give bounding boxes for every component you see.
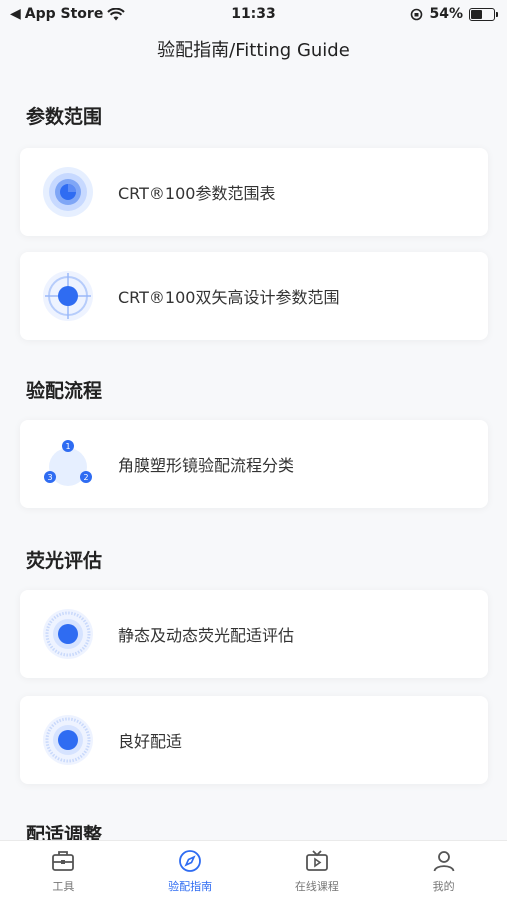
- wifi-icon: [107, 7, 126, 20]
- tab-label: 在线课程: [294, 880, 339, 893]
- back-to-app[interactable]: ◀ App Store: [0, 6, 126, 22]
- card-param-table[interactable]: CRT®100参数范围表: [20, 148, 488, 236]
- section-title-process: 验配流程: [26, 380, 103, 402]
- target-icon: [43, 167, 93, 217]
- tab-label: 我的: [432, 880, 455, 893]
- user-icon: [433, 851, 455, 872]
- crosshair-icon: [43, 271, 93, 321]
- card-label: CRT®100双矢高设计参数范围: [118, 288, 340, 307]
- tab-profile[interactable]: 我的: [380, 841, 507, 901]
- flow-steps-icon: 1 2 3: [44, 440, 92, 486]
- compass-icon: [179, 850, 202, 872]
- card-fitting-process[interactable]: 1 2 3 角膜塑形镜验配流程分类: [20, 420, 488, 508]
- step-1-label: 1: [65, 442, 70, 451]
- card-label: 角膜塑形镜验配流程分类: [118, 456, 295, 475]
- card-label: 良好配适: [118, 732, 183, 751]
- card-label: 静态及动态荧光配适评估: [118, 626, 295, 645]
- page-title: 验配指南/Fitting Guide: [157, 40, 350, 61]
- back-app-label: App Store: [24, 6, 104, 22]
- tab-label: 工具: [52, 880, 75, 893]
- tv-icon: [305, 850, 328, 871]
- section-title-fluorescein: 荧光评估: [26, 550, 103, 572]
- section-title-params: 参数范围: [26, 106, 103, 128]
- card-dual-sag-range[interactable]: CRT®100双矢高设计参数范围: [20, 252, 488, 340]
- orientation-lock-icon: [411, 8, 423, 20]
- section-title-adjustment: 配适调整: [26, 824, 103, 840]
- fluorescein-icon: [43, 715, 93, 765]
- step-2-label: 2: [83, 473, 88, 482]
- step-3-label: 3: [47, 473, 52, 482]
- battery-percent: 54%: [429, 6, 463, 22]
- tab-label: 验配指南: [168, 880, 213, 893]
- fluorescein-icon: [43, 609, 93, 659]
- card-fluorescein-assessment[interactable]: 静态及动态荧光配适评估: [20, 590, 488, 678]
- tab-online-courses[interactable]: 在线课程: [254, 841, 381, 901]
- tab-tools[interactable]: 工具: [0, 841, 127, 901]
- content-scroll[interactable]: 参数范围 CRT®100参数范围表 CRT®100双矢高设计参数范围 验配流程 …: [0, 90, 507, 840]
- status-bar: ◀ App Store 11:33 54%: [0, 0, 507, 28]
- battery-icon: [469, 7, 498, 21]
- card-label: CRT®100参数范围表: [118, 184, 276, 203]
- tab-fitting-guide[interactable]: 验配指南: [127, 841, 254, 901]
- card-good-fit[interactable]: 良好配适: [20, 696, 488, 784]
- tab-bar: 工具 验配指南 在线课程 我的: [0, 840, 507, 901]
- back-arrow-icon: ◀: [10, 6, 21, 22]
- toolbox-icon: [52, 851, 75, 871]
